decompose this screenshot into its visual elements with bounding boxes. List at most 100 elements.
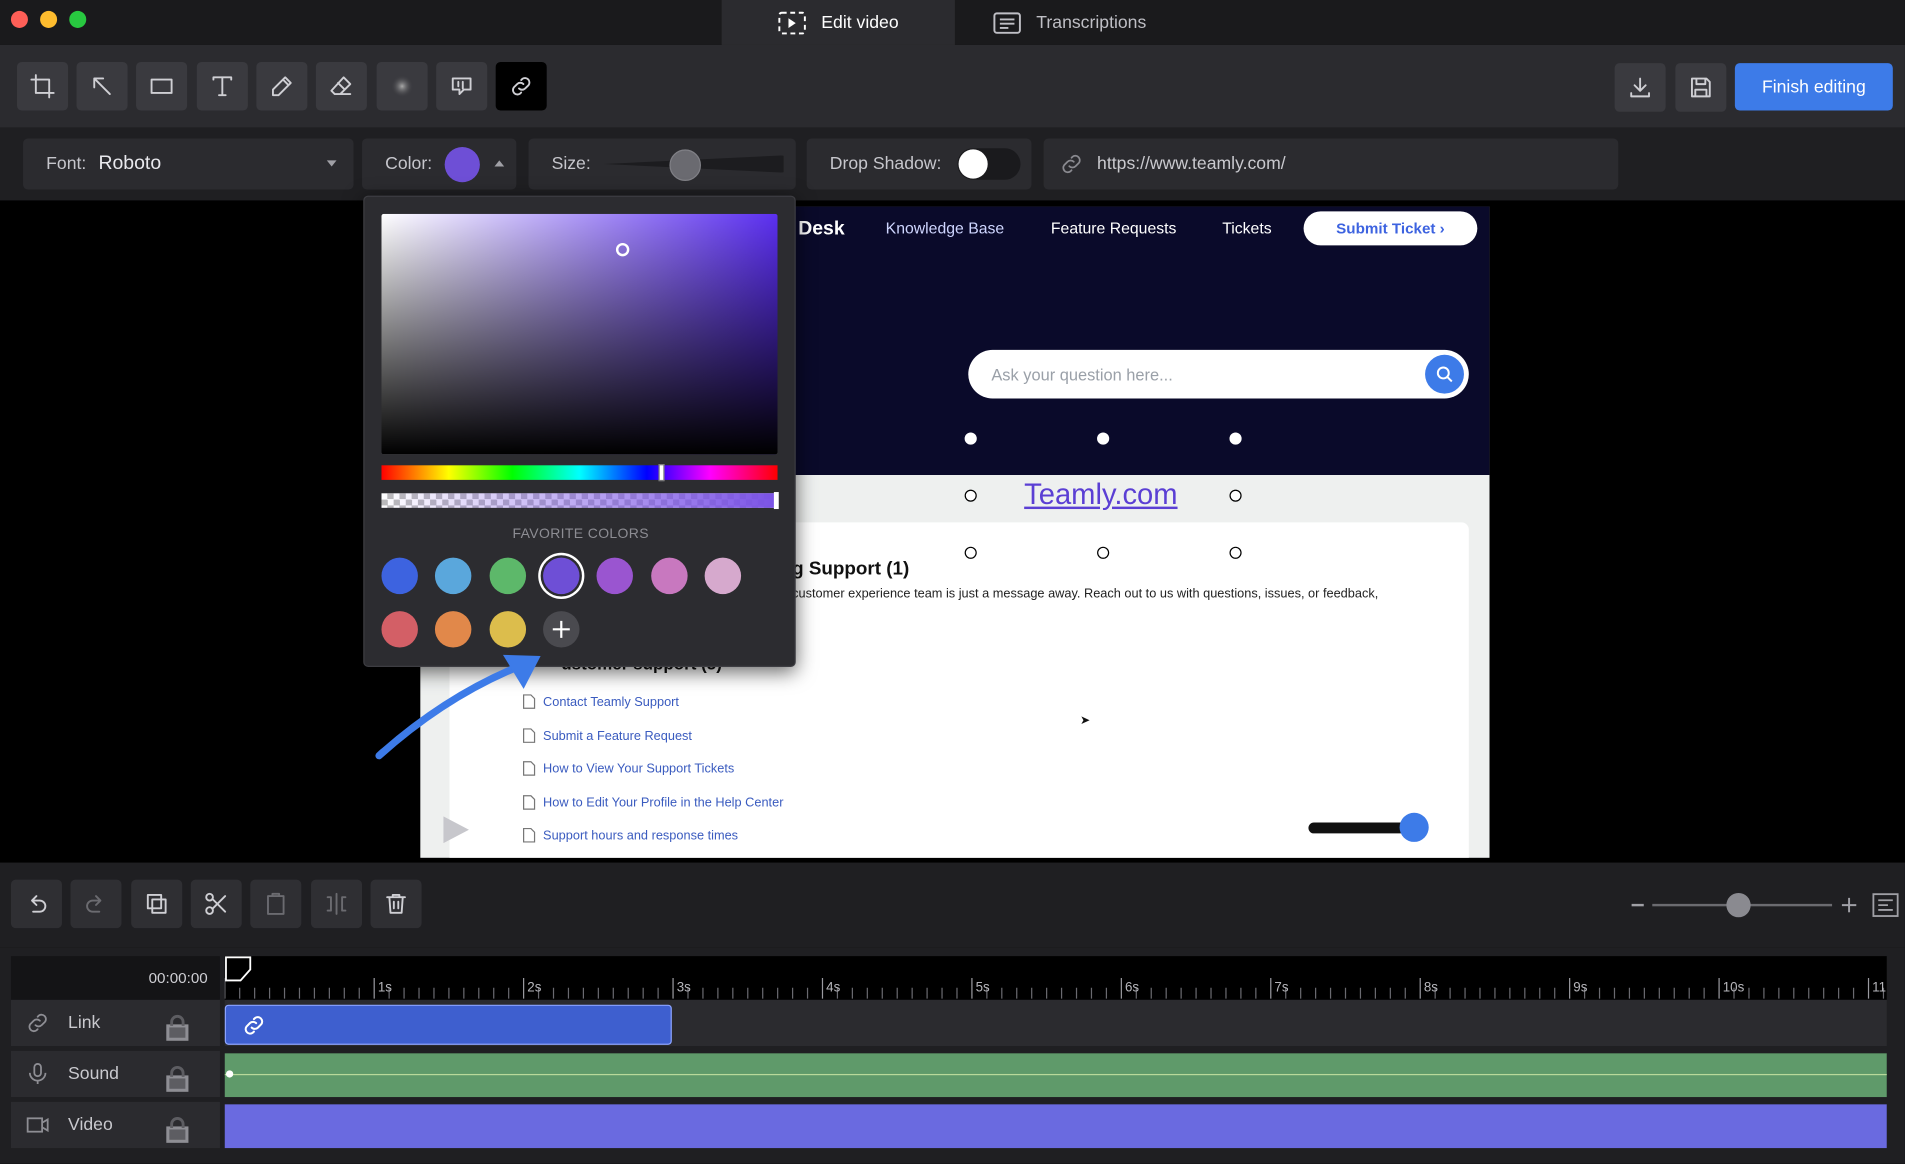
ruler-tick-label: 4s	[826, 980, 841, 996]
size-slider-knob[interactable]	[669, 149, 701, 182]
resize-handle[interactable]	[1097, 432, 1110, 445]
favorite-color-swatch[interactable]	[704, 557, 741, 595]
paste-button[interactable]	[250, 879, 302, 929]
alpha-slider-knob[interactable]	[773, 492, 779, 510]
color-select[interactable]: Color:	[362, 138, 517, 190]
resize-handle[interactable]	[964, 546, 977, 559]
maximize-window-button[interactable]	[69, 10, 87, 28]
link-tool-button[interactable]	[495, 61, 547, 111]
document-icon	[523, 827, 536, 843]
resize-handle[interactable]	[1229, 546, 1242, 559]
size-slider[interactable]	[601, 149, 790, 182]
article-link[interactable]: How to Edit Your Profile in the Help Cen…	[522, 795, 783, 811]
track-header-video[interactable]: Video	[10, 1101, 220, 1149]
trash-icon	[386, 894, 406, 914]
cut-button[interactable]	[190, 879, 242, 929]
zoom-slider[interactable]	[1652, 892, 1833, 918]
crop-tool-button[interactable]	[17, 61, 69, 111]
lock-icon[interactable]	[164, 1065, 191, 1092]
favorite-color-swatch[interactable]	[435, 557, 472, 595]
playback-progress-track[interactable]	[1308, 822, 1413, 834]
save-button[interactable]	[1675, 63, 1727, 112]
chevron-down-icon	[326, 160, 337, 167]
lock-icon[interactable]	[164, 1014, 191, 1041]
properties-bar: Font: Roboto Color: Size: Drop Shadow: h…	[0, 127, 1905, 201]
font-select[interactable]: Font: Roboto	[23, 138, 354, 190]
video-clip[interactable]	[224, 1104, 1887, 1149]
close-window-button[interactable]	[10, 10, 28, 28]
nav-tickets[interactable]: Tickets	[1222, 219, 1271, 237]
ruler-tick-label: 6s	[1124, 980, 1140, 996]
audio-waveform-line	[224, 1073, 1887, 1076]
alpha-slider[interactable]	[381, 492, 779, 510]
minimize-window-button[interactable]	[40, 10, 58, 28]
brand-text: Desk	[798, 218, 845, 240]
title-bar: Edit video Transcriptions	[0, 0, 1905, 45]
download-button[interactable]	[1614, 63, 1666, 112]
undo-button[interactable]	[10, 879, 62, 929]
drop-shadow-toggle[interactable]	[957, 148, 1021, 180]
arrow-annotation[interactable]	[364, 638, 558, 772]
audio-keyframe[interactable]	[225, 1070, 234, 1078]
nav-knowledge-base[interactable]: Knowledge Base	[886, 219, 1005, 237]
favorite-color-swatch[interactable]	[650, 557, 688, 595]
playback-progress-knob[interactable]	[1399, 812, 1429, 842]
favorite-color-swatch-selected[interactable]	[542, 557, 580, 595]
arrow-tool-button[interactable]	[76, 61, 128, 111]
nav-feature-requests[interactable]: Feature Requests	[1051, 219, 1177, 237]
play-icon[interactable]	[440, 814, 472, 846]
size-control: Size:	[528, 138, 796, 190]
favorite-color-swatch[interactable]	[489, 557, 526, 595]
track-header-link[interactable]: Link	[10, 999, 220, 1047]
resize-handle[interactable]	[1097, 546, 1110, 559]
saturation-value-area[interactable]	[381, 213, 778, 455]
saturation-value-cursor[interactable]	[615, 242, 630, 257]
drop-shadow-label: Drop Shadow:	[829, 154, 942, 174]
favorite-color-swatch[interactable]	[381, 557, 418, 595]
favorite-color-swatch[interactable]	[596, 557, 634, 595]
search-placeholder: Ask your question here...	[991, 365, 1173, 384]
time-ruler[interactable]: 1s 2s 3s 4s 5s 6s 7s 8s 9s 10s 11	[224, 956, 1887, 1000]
delete-button[interactable]	[370, 879, 422, 929]
zoom-in-icon[interactable]	[1841, 897, 1857, 913]
url-field[interactable]: https://www.teamly.com/	[1043, 138, 1619, 190]
zoom-slider-knob[interactable]	[1726, 892, 1751, 918]
rectangle-tool-button[interactable]	[136, 61, 188, 111]
edit-video-icon	[778, 11, 806, 34]
sound-clip[interactable]	[224, 1053, 1887, 1098]
crop-icon	[30, 74, 55, 99]
track-header-sound[interactable]: Sound	[10, 1050, 220, 1098]
redo-button[interactable]	[70, 879, 122, 929]
playhead-marker[interactable]	[225, 956, 254, 983]
tab-edit-video[interactable]: Edit video	[721, 0, 955, 45]
hue-slider-knob[interactable]	[658, 464, 665, 482]
ruler-tick-label: 11	[1872, 980, 1887, 996]
search-input[interactable]: Ask your question here...	[968, 349, 1469, 399]
hue-slider[interactable]	[381, 464, 778, 482]
submit-ticket-button[interactable]: Submit Ticket ›	[1303, 211, 1478, 246]
resize-handle[interactable]	[1229, 432, 1242, 445]
zoom-out-icon[interactable]	[1631, 903, 1644, 907]
resize-handle[interactable]	[1229, 489, 1242, 502]
link-annotation[interactable]: Teamly.com	[1024, 479, 1177, 513]
article-link[interactable]: Support hours and response times	[522, 827, 738, 843]
resize-handle[interactable]	[964, 432, 977, 445]
search-button[interactable]	[1425, 354, 1464, 394]
finish-editing-button[interactable]: Finish editing	[1734, 63, 1893, 111]
fit-timeline-icon[interactable]	[1872, 893, 1899, 917]
resize-handle[interactable]	[964, 489, 977, 502]
split-button[interactable]	[311, 879, 363, 929]
toggle-knob	[958, 149, 988, 179]
blur-tool-button[interactable]	[376, 61, 428, 111]
ruler-tick-label: 7s	[1274, 980, 1289, 996]
duplicate-button[interactable]	[131, 879, 183, 929]
save-icon	[1691, 77, 1711, 98]
callout-tool-button[interactable]	[436, 61, 488, 111]
eraser-tool-button[interactable]	[315, 61, 367, 111]
text-tool-button[interactable]	[196, 61, 248, 111]
pen-tool-button[interactable]	[256, 61, 308, 111]
tab-transcriptions[interactable]: Transcriptions	[955, 0, 1198, 45]
lock-icon[interactable]	[164, 1116, 191, 1143]
text-icon	[212, 76, 233, 97]
link-clip[interactable]	[224, 1004, 672, 1045]
